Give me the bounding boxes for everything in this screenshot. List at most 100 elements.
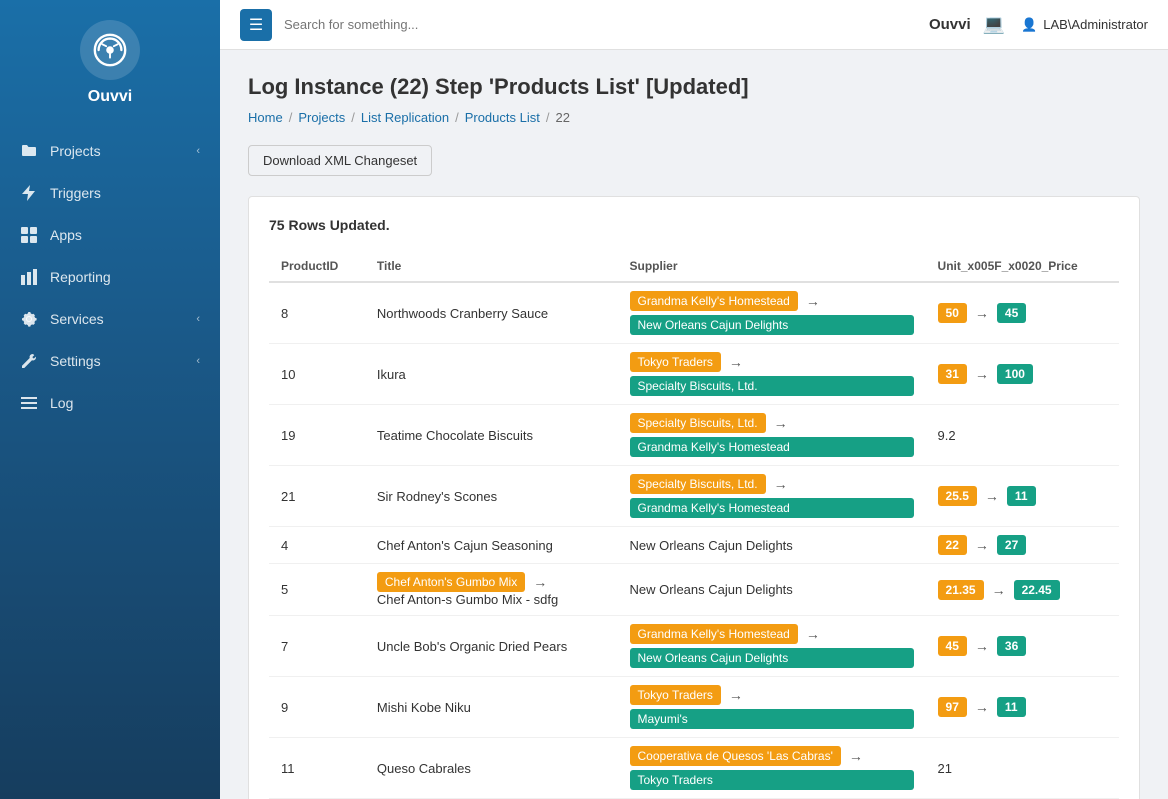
cell-title: Uncle Bob's Organic Dried Pears bbox=[365, 616, 618, 677]
price-badge: 11 bbox=[997, 697, 1026, 717]
supplier-badge: Grandma Kelly's Homestead bbox=[630, 624, 798, 644]
topbar: ☰ Ouvvi 💻 👤 LAB\Administrator bbox=[220, 0, 1168, 50]
sidebar-item-label: Projects bbox=[50, 143, 101, 159]
price-badge: 45 bbox=[997, 303, 1026, 323]
cell-productid: 21 bbox=[269, 466, 365, 527]
user-info: 👤 LAB\Administrator bbox=[1021, 17, 1148, 33]
cell-supplier: New Orleans Cajun Delights bbox=[618, 564, 926, 616]
cell-supplier: Tokyo Traders → Specialty Biscuits, Ltd. bbox=[618, 344, 926, 405]
cell-supplier: Grandma Kelly's Homestead → New Orleans … bbox=[618, 616, 926, 677]
supplier-badge: Tokyo Traders bbox=[630, 352, 721, 372]
arrow-icon: → bbox=[975, 366, 989, 382]
price-badge: 25.5 bbox=[938, 486, 977, 506]
supplier-badge: New Orleans Cajun Delights bbox=[630, 648, 914, 668]
sidebar-navigation: Projects ‹ Triggers Apps bbox=[0, 122, 220, 799]
sidebar-item-projects[interactable]: Projects ‹ bbox=[0, 130, 220, 172]
download-xml-button[interactable]: Download XML Changeset bbox=[248, 145, 432, 176]
supplier-badge: Grandma Kelly's Homestead bbox=[630, 291, 798, 311]
table-row: 9Mishi Kobe Niku Tokyo Traders → Mayumi'… bbox=[269, 677, 1119, 738]
col-title: Title bbox=[365, 251, 618, 282]
folder-icon bbox=[20, 142, 38, 160]
table-row: 19Teatime Chocolate Biscuits Specialty B… bbox=[269, 405, 1119, 466]
log-panel: 75 Rows Updated. ProductID Title Supplie… bbox=[248, 196, 1140, 799]
cell-productid: 9 bbox=[269, 677, 365, 738]
table-row: 10Ikura Tokyo Traders → Specialty Biscui… bbox=[269, 344, 1119, 405]
cell-supplier: Grandma Kelly's Homestead → New Orleans … bbox=[618, 282, 926, 344]
cell-price: 21.35 → 22.45 bbox=[926, 564, 1119, 616]
list-icon bbox=[20, 394, 38, 412]
price-badge: 11 bbox=[1007, 486, 1036, 506]
cell-supplier: New Orleans Cajun Delights bbox=[618, 527, 926, 564]
arrow-icon: → bbox=[729, 354, 743, 370]
menu-toggle-button[interactable]: ☰ bbox=[240, 9, 272, 41]
breadcrumb-home[interactable]: Home bbox=[248, 110, 283, 125]
cell-supplier: Specialty Biscuits, Ltd. → Grandma Kelly… bbox=[618, 405, 926, 466]
sidebar-item-settings[interactable]: Settings ‹ bbox=[0, 340, 220, 382]
price-badge: 36 bbox=[997, 636, 1026, 656]
cell-price: 9.2 bbox=[926, 405, 1119, 466]
cell-supplier: Tokyo Traders → Mayumi's bbox=[618, 677, 926, 738]
arrow-icon: → bbox=[975, 699, 989, 715]
arrow-icon: → bbox=[975, 638, 989, 654]
logo-svg bbox=[91, 31, 129, 69]
sidebar-item-services[interactable]: Services ‹ bbox=[0, 298, 220, 340]
cell-title: Teatime Chocolate Biscuits bbox=[365, 405, 618, 466]
table-row: 7Uncle Bob's Organic Dried Pears Grandma… bbox=[269, 616, 1119, 677]
sidebar: Ouvvi Projects ‹ Triggers bbox=[0, 0, 220, 799]
bolt-icon bbox=[20, 184, 38, 202]
arrow-icon: → bbox=[729, 687, 743, 703]
rows-updated-text: 75 Rows Updated. bbox=[269, 217, 1119, 233]
price-badge: 100 bbox=[997, 364, 1033, 384]
price-badge: 22 bbox=[938, 535, 967, 555]
supplier-badge: Specialty Biscuits, Ltd. bbox=[630, 474, 766, 494]
price-badge: 31 bbox=[938, 364, 967, 384]
supplier-badge: Grandma Kelly's Homestead bbox=[630, 498, 914, 518]
table-row: 4Chef Anton's Cajun SeasoningNew Orleans… bbox=[269, 527, 1119, 564]
sidebar-item-label: Apps bbox=[50, 227, 82, 243]
cell-price: 31 → 100 bbox=[926, 344, 1119, 405]
supplier-badge: Specialty Biscuits, Ltd. bbox=[630, 413, 766, 433]
monitor-icon[interactable]: 💻 bbox=[983, 14, 1005, 35]
arrow-icon: → bbox=[849, 748, 863, 764]
col-price: Unit_x005F_x0020_Price bbox=[926, 251, 1119, 282]
arrow-icon: → bbox=[975, 305, 989, 321]
cell-price: 97 → 11 bbox=[926, 677, 1119, 738]
breadcrumb-list-replication[interactable]: List Replication bbox=[361, 110, 449, 125]
price-badge: 50 bbox=[938, 303, 967, 323]
cell-price: 50 → 45 bbox=[926, 282, 1119, 344]
cell-title: Chef Anton's Gumbo Mix → Chef Anton-s Gu… bbox=[365, 564, 618, 616]
breadcrumb-projects[interactable]: Projects bbox=[298, 110, 345, 125]
grid-icon bbox=[20, 226, 38, 244]
price-badge: 45 bbox=[938, 636, 967, 656]
title-old-badge: Chef Anton's Gumbo Mix bbox=[377, 572, 525, 592]
table-row: 21Sir Rodney's Scones Specialty Biscuits… bbox=[269, 466, 1119, 527]
sidebar-item-triggers[interactable]: Triggers bbox=[0, 172, 220, 214]
price-badge: 27 bbox=[997, 535, 1026, 555]
cell-title: Queso Cabrales bbox=[365, 738, 618, 799]
sidebar-item-reporting[interactable]: Reporting bbox=[0, 256, 220, 298]
page-title: Log Instance (22) Step 'Products List' [… bbox=[248, 74, 1140, 100]
cell-title: Ikura bbox=[365, 344, 618, 405]
sidebar-item-apps[interactable]: Apps bbox=[0, 214, 220, 256]
cell-price: 45 → 36 bbox=[926, 616, 1119, 677]
supplier-badge: Tokyo Traders bbox=[630, 770, 914, 790]
breadcrumb-products-list[interactable]: Products List bbox=[465, 110, 540, 125]
sidebar-item-label: Triggers bbox=[50, 185, 101, 201]
supplier-badge: Specialty Biscuits, Ltd. bbox=[630, 376, 914, 396]
cell-price: 22 → 27 bbox=[926, 527, 1119, 564]
app-name: Ouvvi bbox=[88, 88, 132, 106]
supplier-badge: Mayumi's bbox=[630, 709, 914, 729]
sidebar-item-log[interactable]: Log bbox=[0, 382, 220, 424]
supplier-badge: Grandma Kelly's Homestead bbox=[630, 437, 914, 457]
price-badge: 21.35 bbox=[938, 580, 984, 600]
supplier-badge: Tokyo Traders bbox=[630, 685, 721, 705]
breadcrumb: Home / Projects / List Replication / Pro… bbox=[248, 110, 1140, 125]
cell-productid: 8 bbox=[269, 282, 365, 344]
arrow-icon: → bbox=[774, 476, 788, 492]
gear-icon bbox=[20, 310, 38, 328]
search-input[interactable] bbox=[284, 17, 917, 32]
logo-area: Ouvvi bbox=[0, 0, 220, 122]
log-table: ProductID Title Supplier Unit_x005F_x002… bbox=[269, 251, 1119, 799]
logo-icon bbox=[80, 20, 140, 80]
cell-supplier: Specialty Biscuits, Ltd. → Grandma Kelly… bbox=[618, 466, 926, 527]
